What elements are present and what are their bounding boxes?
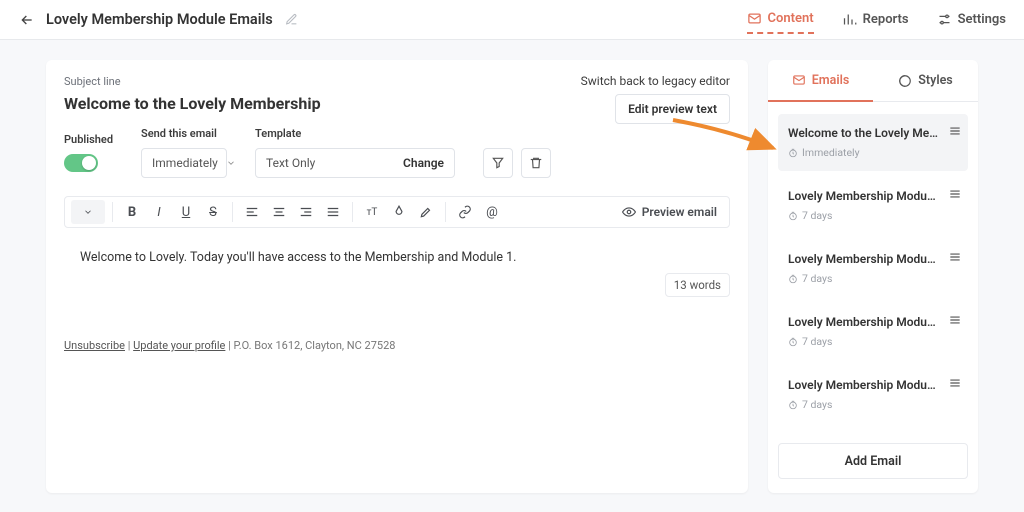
link-button[interactable] <box>453 200 477 224</box>
clock-icon <box>788 148 798 158</box>
highlight-button[interactable] <box>414 200 438 224</box>
subject-label: Subject line <box>64 75 121 88</box>
color-button[interactable] <box>387 200 411 224</box>
editor-card: Subject line Switch back to legacy edito… <box>46 60 748 493</box>
email-item-title: Lovely Membership Module 2 <box>788 189 958 203</box>
align-left-button[interactable] <box>240 200 264 224</box>
filter-button[interactable] <box>483 148 513 178</box>
published-toggle[interactable] <box>64 154 98 172</box>
chevron-down-icon <box>226 158 236 168</box>
update-profile-link[interactable]: Update your profile <box>133 339 225 352</box>
paragraph-style-select[interactable] <box>71 200 105 224</box>
strikethrough-button[interactable]: S <box>201 200 225 224</box>
sidebar: Emails Styles Welcome to the Lovely Memb… <box>768 60 978 493</box>
align-right-button[interactable] <box>294 200 318 224</box>
clock-icon <box>788 337 798 347</box>
template-name: Text Only <box>256 156 392 170</box>
back-arrow-icon[interactable] <box>18 11 36 29</box>
edit-title-icon[interactable] <box>285 13 299 27</box>
footer-address: P.O. Box 1612, Clayton, NC 27528 <box>234 339 396 352</box>
drag-handle-icon[interactable] <box>948 376 962 390</box>
unsubscribe-link[interactable]: Unsubscribe <box>64 339 125 352</box>
email-list-item[interactable]: Lovely Membership Module 2 7 days <box>778 177 968 234</box>
nav-settings[interactable]: Settings <box>937 6 1006 33</box>
editor-body[interactable]: Welcome to Lovely. Today you'll have acc… <box>64 242 730 273</box>
email-list-item[interactable]: Lovely Membership Module 3 7 days <box>778 240 968 297</box>
page-title: Lovely Membership Module Emails <box>46 11 273 28</box>
email-item-meta: 7 days <box>788 398 958 411</box>
delete-button[interactable] <box>521 148 551 178</box>
word-count: 13 words <box>665 273 730 297</box>
switch-legacy-link[interactable]: Switch back to legacy editor <box>581 74 730 88</box>
clock-icon <box>788 211 798 221</box>
sidebar-tab-styles[interactable]: Styles <box>873 60 978 102</box>
template-selector: Text Only Change <box>255 148 455 178</box>
sliders-icon <box>937 12 952 27</box>
sidebar-tab-emails[interactable]: Emails <box>768 60 873 102</box>
email-item-title: Lovely Membership Module 5 <box>788 378 958 392</box>
nav-content-label: Content <box>768 11 814 26</box>
email-item-meta: 7 days <box>788 272 958 285</box>
nav-reports[interactable]: Reports <box>842 6 909 33</box>
eye-icon <box>622 205 636 219</box>
drag-handle-icon[interactable] <box>948 313 962 327</box>
editor-footer: Unsubscribe | Update your profile | P.O.… <box>64 339 730 352</box>
italic-button[interactable]: I <box>147 200 171 224</box>
sidebar-tab-emails-label: Emails <box>812 73 850 88</box>
email-list-item[interactable]: Welcome to the Lovely Memb… Immediately <box>778 114 968 171</box>
send-schedule-value: Immediately <box>152 156 218 170</box>
drag-handle-icon[interactable] <box>948 250 962 264</box>
align-center-button[interactable] <box>267 200 291 224</box>
email-item-meta: 7 days <box>788 335 958 348</box>
published-label: Published <box>64 133 113 146</box>
editor-toolbar: B I U S тT @ Preview email <box>64 196 730 228</box>
clock-icon <box>788 400 798 410</box>
font-size-button[interactable]: тT <box>360 200 384 224</box>
preview-email-button[interactable]: Preview email <box>616 200 723 224</box>
underline-button[interactable]: U <box>174 200 198 224</box>
email-item-meta: 7 days <box>788 209 958 222</box>
template-label: Template <box>255 127 455 140</box>
email-item-title: Lovely Membership Module 4 <box>788 315 958 329</box>
mail-icon <box>792 73 806 87</box>
email-list-item[interactable]: Lovely Membership Module 5 7 days <box>778 366 968 423</box>
email-list-item[interactable]: Lovely Membership Module 4 7 days <box>778 303 968 360</box>
mail-icon <box>747 11 762 26</box>
drag-handle-icon[interactable] <box>948 124 962 138</box>
drag-handle-icon[interactable] <box>948 187 962 201</box>
align-justify-button[interactable] <box>321 200 345 224</box>
send-schedule-select[interactable]: Immediately <box>141 148 227 178</box>
nav-reports-label: Reports <box>863 12 909 27</box>
send-this-email-label: Send this email <box>141 127 227 140</box>
email-item-meta: Immediately <box>788 146 958 159</box>
email-item-title: Welcome to the Lovely Memb… <box>788 126 958 140</box>
preview-email-label: Preview email <box>642 205 717 219</box>
clock-icon <box>788 274 798 284</box>
add-email-button[interactable]: Add Email <box>778 443 968 479</box>
template-change-button[interactable]: Change <box>392 156 454 170</box>
sidebar-tab-styles-label: Styles <box>918 73 952 88</box>
styles-icon <box>898 74 912 88</box>
email-item-title: Lovely Membership Module 3 <box>788 252 958 266</box>
nav-content[interactable]: Content <box>747 5 814 34</box>
mention-button[interactable]: @ <box>480 200 504 224</box>
nav-settings-label: Settings <box>958 12 1006 27</box>
chart-icon <box>842 12 857 27</box>
edit-preview-text-button[interactable]: Edit preview text <box>615 94 730 124</box>
bold-button[interactable]: B <box>120 200 144 224</box>
